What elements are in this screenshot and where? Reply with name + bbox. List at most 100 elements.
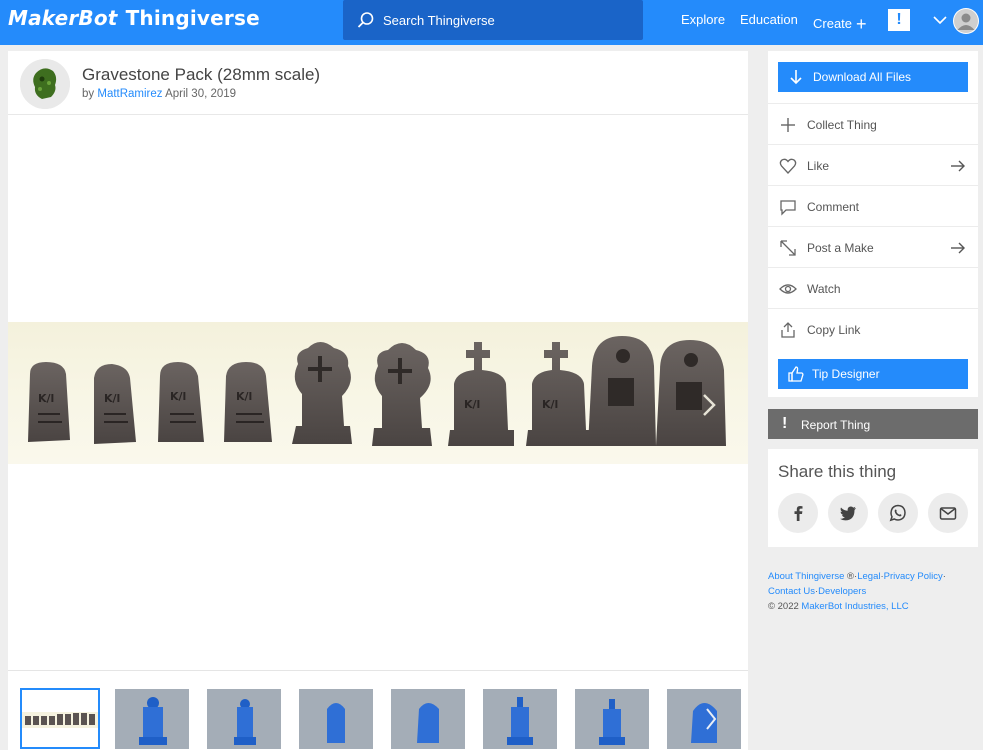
report-thing-button[interactable]: ! Report Thing (768, 409, 978, 439)
footer-developers-link[interactable]: Developers (818, 586, 866, 597)
thumbnail-image (483, 689, 557, 749)
makerbot-thingiverse-logo[interactable]: MakerBot Thingiverse (8, 6, 260, 32)
gravestones-image: K/l K/l K/l K/l K/l K/l (28, 336, 726, 446)
top-nav-bar: MakerBot Thingiverse Search Thingiverse E… (0, 0, 983, 45)
thumbnail-6[interactable] (483, 689, 557, 749)
thumbnail-1[interactable] (20, 688, 100, 749)
svg-text:K/l: K/l (104, 392, 120, 405)
like-label: Like (807, 159, 830, 173)
plus-icon (781, 118, 795, 132)
footer-about-link[interactable]: About Thingiverse (768, 571, 844, 582)
designer-avatar[interactable] (20, 59, 70, 109)
thumbnail-image (575, 689, 649, 749)
share-twitter-button[interactable] (828, 493, 868, 533)
logo-thingiverse: Thingiverse (125, 6, 260, 30)
footer-privacy-link[interactable]: Privacy Policy (884, 571, 943, 582)
eye-icon (779, 284, 797, 294)
nav-create-label: Create (813, 16, 853, 31)
svg-text:K/l: K/l (464, 398, 480, 411)
comment-label: Comment (807, 200, 860, 214)
thumbnail-8[interactable] (667, 689, 741, 749)
download-all-files-label: Download All Files (813, 70, 912, 84)
thing-main-card: Gravestone Pack (28mm scale) by MattRami… (8, 51, 748, 750)
thumbnail-image (207, 689, 281, 749)
designer-avatar-image (20, 59, 70, 109)
collect-thing-button[interactable]: Collect Thing (768, 103, 978, 144)
comment-button[interactable]: Comment (768, 185, 978, 226)
watch-label: Watch (807, 282, 841, 296)
post-a-make-button[interactable]: Post a Make (768, 226, 978, 267)
search-input[interactable]: Search Thingiverse (343, 0, 643, 40)
thumbnail-image (391, 689, 465, 749)
nav-explore[interactable]: Explore (681, 12, 725, 27)
thumbnail-5[interactable] (391, 689, 465, 749)
tip-designer-button[interactable]: Tip Designer (778, 359, 968, 389)
arrow-right-icon[interactable] (950, 158, 966, 174)
svg-text:K/l: K/l (542, 398, 558, 411)
thumbnail-7[interactable] (575, 689, 649, 749)
thumbnail-image (22, 690, 98, 747)
heart-icon (779, 158, 797, 174)
thumbnail-image (667, 689, 741, 749)
thumbnail-2[interactable] (115, 689, 189, 749)
watch-button[interactable]: Watch (768, 267, 978, 308)
share-title: Share this thing (778, 462, 897, 481)
search-placeholder: Search Thingiverse (383, 13, 495, 28)
user-avatar[interactable] (953, 8, 979, 34)
download-arrow-icon (790, 70, 802, 85)
tip-designer-label: Tip Designer (812, 367, 880, 381)
footer-contact-link[interactable]: Contact Us (768, 586, 815, 597)
thing-meta: by MattRamirez April 30, 2019 (82, 88, 236, 100)
thumbnail-strip (8, 670, 748, 750)
user-icon (954, 9, 978, 33)
copy-link-button[interactable]: Copy Link (768, 308, 978, 349)
nav-create[interactable]: Create + (813, 12, 867, 34)
footer-line-1: About Thingiverse ®·Legal·Privacy Policy… (768, 571, 946, 582)
thumbs-up-icon (788, 366, 804, 382)
author-link[interactable]: MattRamirez (97, 88, 162, 100)
footer-registered-mark: ® (847, 571, 855, 582)
search-icon (357, 12, 374, 28)
svg-text:K/l: K/l (170, 390, 186, 403)
like-button[interactable]: Like (768, 144, 978, 185)
exclamation-icon: ! (782, 415, 788, 432)
thumbnail-image (299, 689, 373, 749)
share-link-icon (781, 322, 795, 338)
twitter-icon (839, 506, 856, 521)
footer-links: About Thingiverse ®·Legal·Privacy Policy… (768, 569, 978, 614)
share-facebook-button[interactable] (778, 493, 818, 533)
footer-line-2: Contact Us·Developers (768, 586, 867, 597)
chevron-down-icon[interactable] (933, 14, 947, 26)
next-image-arrow-icon[interactable] (702, 393, 716, 417)
by-label: by (82, 88, 95, 100)
thumbnail-4[interactable] (299, 689, 373, 749)
image-viewer[interactable]: K/l K/l K/l K/l K/l K/l (8, 116, 748, 670)
make-icon (780, 240, 796, 256)
logo-makerbot: MakerBot (8, 6, 118, 30)
whatsapp-icon (889, 504, 906, 522)
thumbnail-image (115, 689, 189, 749)
collect-thing-label: Collect Thing (807, 118, 877, 132)
download-all-files-button[interactable]: Download All Files (778, 62, 968, 92)
svg-text:K/l: K/l (38, 392, 54, 405)
footer-line-3: © 2022 MakerBot Industries, LLC (768, 599, 978, 614)
nav-education[interactable]: Education (740, 12, 798, 27)
thumbnail-3[interactable] (207, 689, 281, 749)
alert-button[interactable]: ! (888, 9, 910, 31)
main-photo: K/l K/l K/l K/l K/l K/l (8, 322, 748, 464)
thing-actions-panel: Download All Files Collect Thing Like Co… (768, 51, 978, 397)
arrow-right-icon[interactable] (950, 240, 966, 256)
copy-link-label: Copy Link (807, 323, 861, 337)
post-a-make-label: Post a Make (807, 241, 874, 255)
footer-company-link[interactable]: MakerBot Industries, LLC (801, 601, 908, 612)
share-email-button[interactable] (928, 493, 968, 533)
footer-legal-link[interactable]: Legal (857, 571, 880, 582)
publish-date: April 30, 2019 (165, 88, 237, 100)
page-title: Gravestone Pack (28mm scale) (82, 65, 321, 84)
email-icon (939, 507, 957, 520)
plus-icon: + (856, 14, 867, 34)
facebook-icon (794, 506, 803, 521)
comment-icon (780, 200, 796, 216)
share-whatsapp-button[interactable] (878, 493, 918, 533)
share-panel: Share this thing (768, 449, 978, 547)
